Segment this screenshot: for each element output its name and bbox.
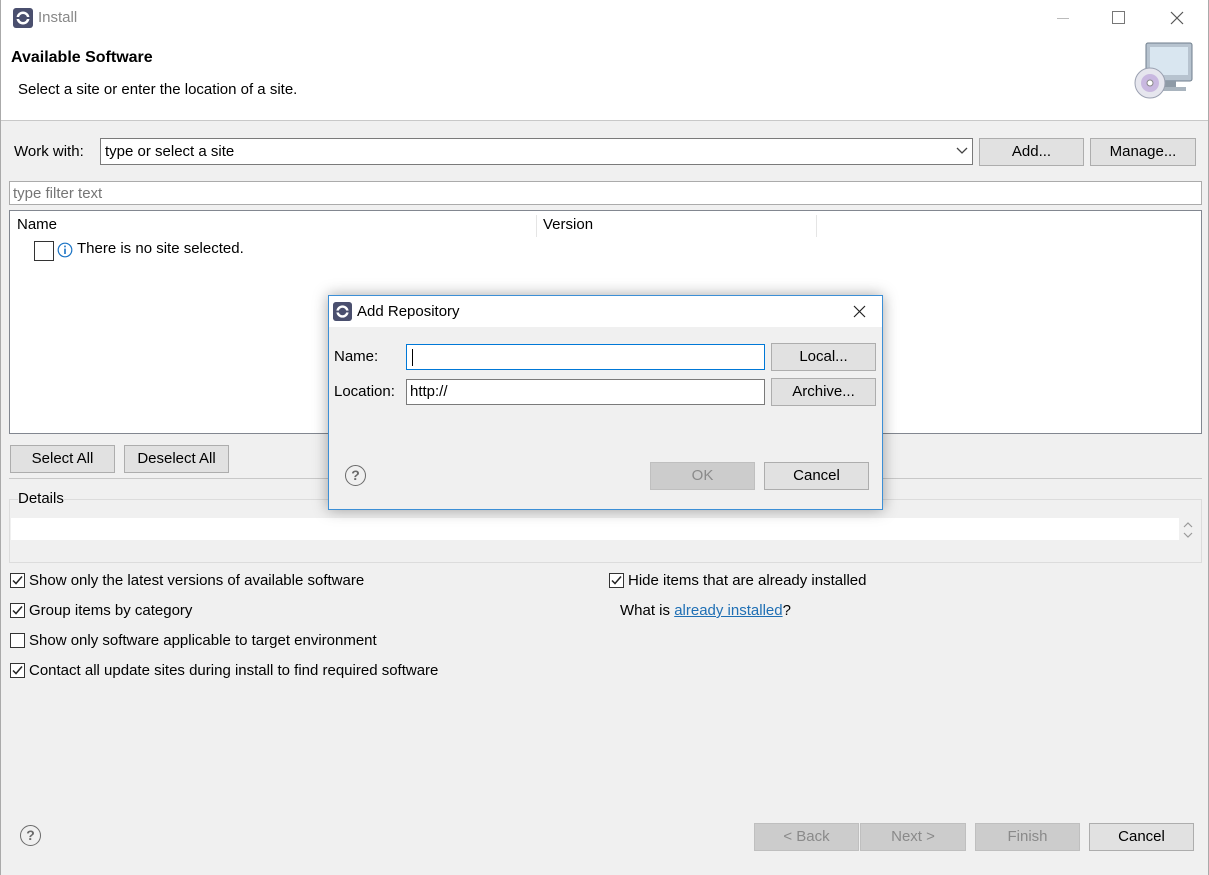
- select-all-button[interactable]: Select All: [10, 445, 115, 473]
- name-label: Name:: [334, 348, 379, 365]
- work-with-label: Work with:: [14, 143, 84, 160]
- back-button[interactable]: < Back: [754, 823, 859, 851]
- manage-sites-button[interactable]: Manage...: [1090, 138, 1196, 166]
- ok-button[interactable]: OK: [650, 462, 755, 490]
- text-caret: [412, 349, 413, 366]
- contact-all-sites-checkbox[interactable]: [10, 663, 25, 678]
- dialog-close-button[interactable]: [853, 305, 866, 322]
- help-icon[interactable]: ?: [20, 825, 41, 846]
- finish-button[interactable]: Finish: [975, 823, 1080, 851]
- column-separator[interactable]: [816, 215, 817, 237]
- maximize-button[interactable]: [1095, 0, 1141, 36]
- chevron-down-icon[interactable]: [956, 147, 968, 155]
- scroll-arrows-icon[interactable]: [1182, 520, 1194, 544]
- contact-all-sites-label[interactable]: Contact all update sites during install …: [29, 662, 438, 679]
- deselect-all-button[interactable]: Deselect All: [124, 445, 229, 473]
- what-is-prefix: What is: [620, 602, 675, 619]
- group-by-category-checkbox[interactable]: [10, 603, 25, 618]
- show-applicable-checkbox[interactable]: [10, 633, 25, 648]
- page-description: Select a site or enter the location of a…: [18, 81, 298, 98]
- what-is-suffix: ?: [782, 602, 791, 619]
- dialog-cancel-button[interactable]: Cancel: [764, 462, 869, 490]
- table-row[interactable]: There is no site selected.: [77, 240, 244, 257]
- dialog-title: Add Repository: [357, 303, 460, 320]
- work-with-combo[interactable]: type or select a site: [100, 138, 973, 165]
- show-applicable-label[interactable]: Show only software applicable to target …: [29, 632, 377, 649]
- checkmark-icon: [12, 606, 23, 615]
- maximize-icon: [1112, 11, 1125, 24]
- what-is-installed-text: What is already installed?: [620, 602, 791, 619]
- title-bar: Install: [1, 0, 1208, 36]
- minimize-icon: [1057, 18, 1069, 19]
- group-by-category-label[interactable]: Group items by category: [29, 602, 192, 619]
- location-field-value[interactable]: http://: [410, 383, 448, 400]
- install-window: Install Available Software Select a site…: [0, 0, 1209, 875]
- eclipse-app-icon: [13, 8, 33, 32]
- eclipse-app-icon: [333, 302, 352, 325]
- row-checkbox[interactable]: [34, 241, 54, 261]
- dialog-title-bar: Add Repository: [329, 296, 882, 327]
- local-button[interactable]: Local...: [771, 343, 876, 371]
- name-field[interactable]: [406, 344, 765, 370]
- column-header-name[interactable]: Name: [10, 211, 536, 239]
- filter-input[interactable]: [9, 181, 1202, 205]
- info-icon: [57, 242, 73, 262]
- minimize-button[interactable]: [1040, 0, 1086, 36]
- add-repository-dialog: Add Repository Name: Local... Location: …: [328, 295, 883, 510]
- hide-installed-label[interactable]: Hide items that are already installed: [628, 572, 866, 589]
- add-site-button[interactable]: Add...: [979, 138, 1084, 166]
- location-label: Location:: [334, 383, 395, 400]
- work-with-combo-text[interactable]: type or select a site: [105, 143, 234, 160]
- checkmark-icon: [611, 576, 622, 585]
- hide-installed-checkbox[interactable]: [609, 573, 624, 588]
- window-title: Install: [38, 9, 78, 26]
- install-wizard-icon: [1132, 41, 1196, 107]
- column-header-version[interactable]: Version: [536, 211, 816, 239]
- archive-button[interactable]: Archive...: [771, 378, 876, 406]
- show-latest-label[interactable]: Show only the latest versions of availab…: [29, 572, 364, 589]
- close-window-button[interactable]: [1154, 0, 1200, 36]
- page-title: Available Software: [11, 49, 153, 66]
- checkmark-icon: [12, 576, 23, 585]
- details-text-area[interactable]: [11, 518, 1179, 540]
- details-label: Details: [18, 490, 64, 507]
- location-field[interactable]: http://: [406, 379, 765, 405]
- already-installed-link[interactable]: already installed: [674, 602, 782, 619]
- close-icon: [1170, 11, 1184, 25]
- close-icon: [853, 305, 866, 318]
- next-button[interactable]: Next >: [860, 823, 966, 851]
- show-latest-checkbox[interactable]: [10, 573, 25, 588]
- cancel-button[interactable]: Cancel: [1089, 823, 1194, 851]
- wizard-header: Available Software Select a site or ente…: [1, 36, 1208, 121]
- help-icon[interactable]: ?: [345, 465, 366, 486]
- checkmark-icon: [12, 666, 23, 675]
